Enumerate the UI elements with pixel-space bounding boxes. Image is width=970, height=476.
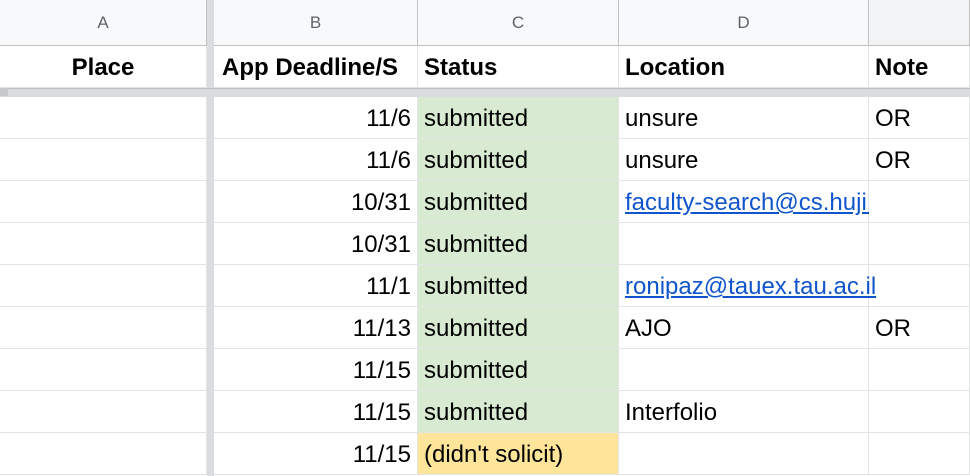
cell-deadline[interactable]: 11/6 [214,97,418,139]
cell-place[interactable] [0,139,207,181]
table-row: 11/13 submitted AJO OR [0,307,970,349]
header-location[interactable]: Location [619,46,869,88]
cell-place[interactable] [0,391,207,433]
table-row: 11/6 submitted unsure OR [0,97,970,139]
cell-location-email-link[interactable]: ronipaz@tauex.tau.ac.il [619,265,876,307]
table-row: 11/6 submitted unsure OR [0,139,970,181]
frozen-row-divider[interactable] [0,88,970,97]
spreadsheet: A B C D Place App Deadline/S Status Loca… [0,0,970,476]
cell-note[interactable]: OR [869,307,970,349]
header-row: Place App Deadline/S Status Location Not… [0,46,970,88]
cell-deadline[interactable]: 10/31 [214,181,418,223]
cell-note[interactable] [869,349,970,391]
header-deadline[interactable]: App Deadline/S [214,46,418,88]
cell-deadline[interactable]: 11/15 [214,433,418,475]
table-row: 11/15 (didn't solicit) [0,433,970,475]
cell-place[interactable] [0,349,207,391]
cell-place[interactable] [0,97,207,139]
header-note[interactable]: Note [869,46,970,88]
column-header-b[interactable]: B [214,0,418,45]
table-row: 11/15 submitted [0,349,970,391]
freeze-handle[interactable] [0,88,8,96]
cell-deadline[interactable]: 11/15 [214,349,418,391]
cell-place[interactable] [0,223,207,265]
cell-status[interactable]: submitted [418,265,619,307]
cell-deadline[interactable]: 11/6 [214,139,418,181]
cell-location[interactable]: unsure [619,139,869,181]
column-header-c[interactable]: C [418,0,619,45]
cell-status[interactable]: submitted [418,307,619,349]
cell-note[interactable] [869,223,970,265]
cell-location-email-link[interactable]: faculty-search@cs.huji.ac.il [619,181,916,223]
cell-status[interactable]: submitted [418,181,619,223]
cell-location[interactable]: unsure [619,97,869,139]
cell-status[interactable]: submitted [418,97,619,139]
cell-location[interactable]: AJO [619,307,869,349]
cell-status[interactable]: submitted [418,223,619,265]
cell-note[interactable] [869,391,970,433]
cell-place[interactable] [0,265,207,307]
table-row: 10/31 submitted [0,223,970,265]
cell-location[interactable] [619,349,869,391]
header-status[interactable]: Status [418,46,619,88]
cell-location[interactable]: Interfolio [619,391,869,433]
cell-note[interactable]: OR [869,97,970,139]
header-place[interactable]: Place [0,46,207,88]
column-header-a[interactable]: A [0,0,207,45]
cell-note[interactable] [869,433,970,475]
cell-deadline[interactable]: 11/15 [214,391,418,433]
cell-status[interactable]: submitted [418,139,619,181]
cell-status[interactable]: submitted [418,349,619,391]
cell-status[interactable]: (didn't solicit) [418,433,619,475]
cell-place[interactable] [0,433,207,475]
cell-location[interactable] [619,223,869,265]
cell-deadline[interactable]: 11/13 [214,307,418,349]
table-row: 11/1 submitted ronipaz@tauex.tau.ac.il [0,265,970,307]
cell-note[interactable] [869,265,970,307]
table-row: 10/31 submitted faculty-search@cs.huji.ac.… [0,181,970,223]
column-header-row: A B C D [0,0,970,46]
table-row: 11/15 submitted Interfolio [0,391,970,433]
cell-deadline[interactable]: 11/1 [214,265,418,307]
cell-location[interactable] [619,433,869,475]
cell-place[interactable] [0,181,207,223]
cell-note[interactable] [869,181,970,223]
column-header-d[interactable]: D [619,0,869,45]
cell-note[interactable]: OR [869,139,970,181]
column-header-e[interactable] [869,0,970,45]
cell-place[interactable] [0,307,207,349]
cell-deadline[interactable]: 10/31 [214,223,418,265]
cell-status[interactable]: submitted [418,391,619,433]
